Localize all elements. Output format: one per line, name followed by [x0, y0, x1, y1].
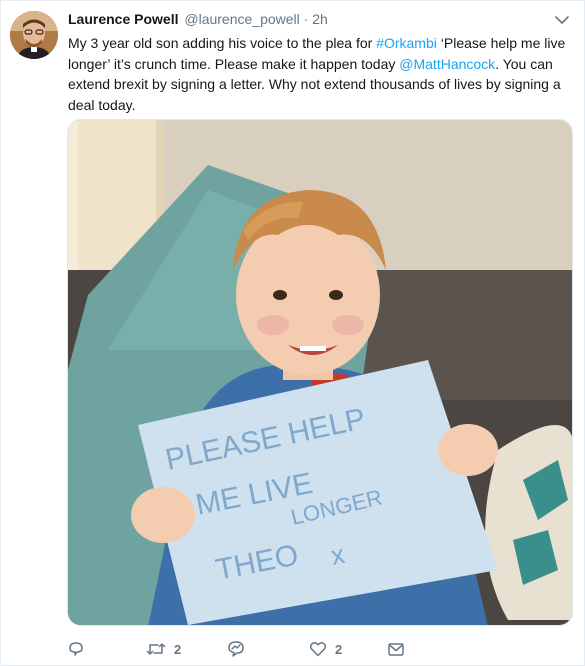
tweet-text: My 3 year old son adding his voice to th…	[68, 33, 573, 115]
avatar-photo	[10, 11, 58, 59]
photo-child-holding-sign: PLEASE HELP ME LIVE LONGER THEO x	[68, 120, 572, 625]
retweet-count: 2	[174, 641, 182, 657]
reply-icon	[69, 642, 83, 656]
envelope-icon	[388, 643, 404, 656]
avatar[interactable]	[10, 11, 58, 59]
tweet-text-part: My 3 year old son adding his voice to th…	[68, 35, 377, 51]
like-count: 2	[335, 641, 343, 657]
separator-dot: ·	[303, 11, 309, 27]
chevron-down-icon[interactable]	[554, 13, 570, 25]
reply-button[interactable]	[67, 637, 93, 661]
tweet-photo[interactable]: PLEASE HELP ME LIVE LONGER THEO x	[67, 119, 573, 626]
direct-message-button[interactable]	[227, 637, 253, 661]
author-handle[interactable]: @laurence_powell	[184, 11, 299, 27]
retweet-icon	[146, 643, 166, 655]
tweet-card[interactable]: Laurence Powell @laurence_powell · 2h My…	[0, 0, 585, 666]
direct-message-icon	[228, 641, 244, 657]
tweet-timestamp[interactable]: 2h	[312, 11, 328, 27]
hashtag-link[interactable]: #Orkambi	[376, 35, 437, 51]
like-button[interactable]: 2	[309, 637, 342, 661]
share-via-dm-button[interactable]	[387, 637, 413, 661]
retweet-button[interactable]: 2	[146, 637, 181, 661]
author-name[interactable]: Laurence Powell	[68, 11, 178, 27]
tweet-header: Laurence Powell @laurence_powell · 2h	[68, 11, 564, 31]
mention-link[interactable]: @MattHancock	[399, 56, 495, 72]
heart-icon	[309, 642, 327, 657]
tweet-actions: 2 2	[67, 637, 487, 661]
